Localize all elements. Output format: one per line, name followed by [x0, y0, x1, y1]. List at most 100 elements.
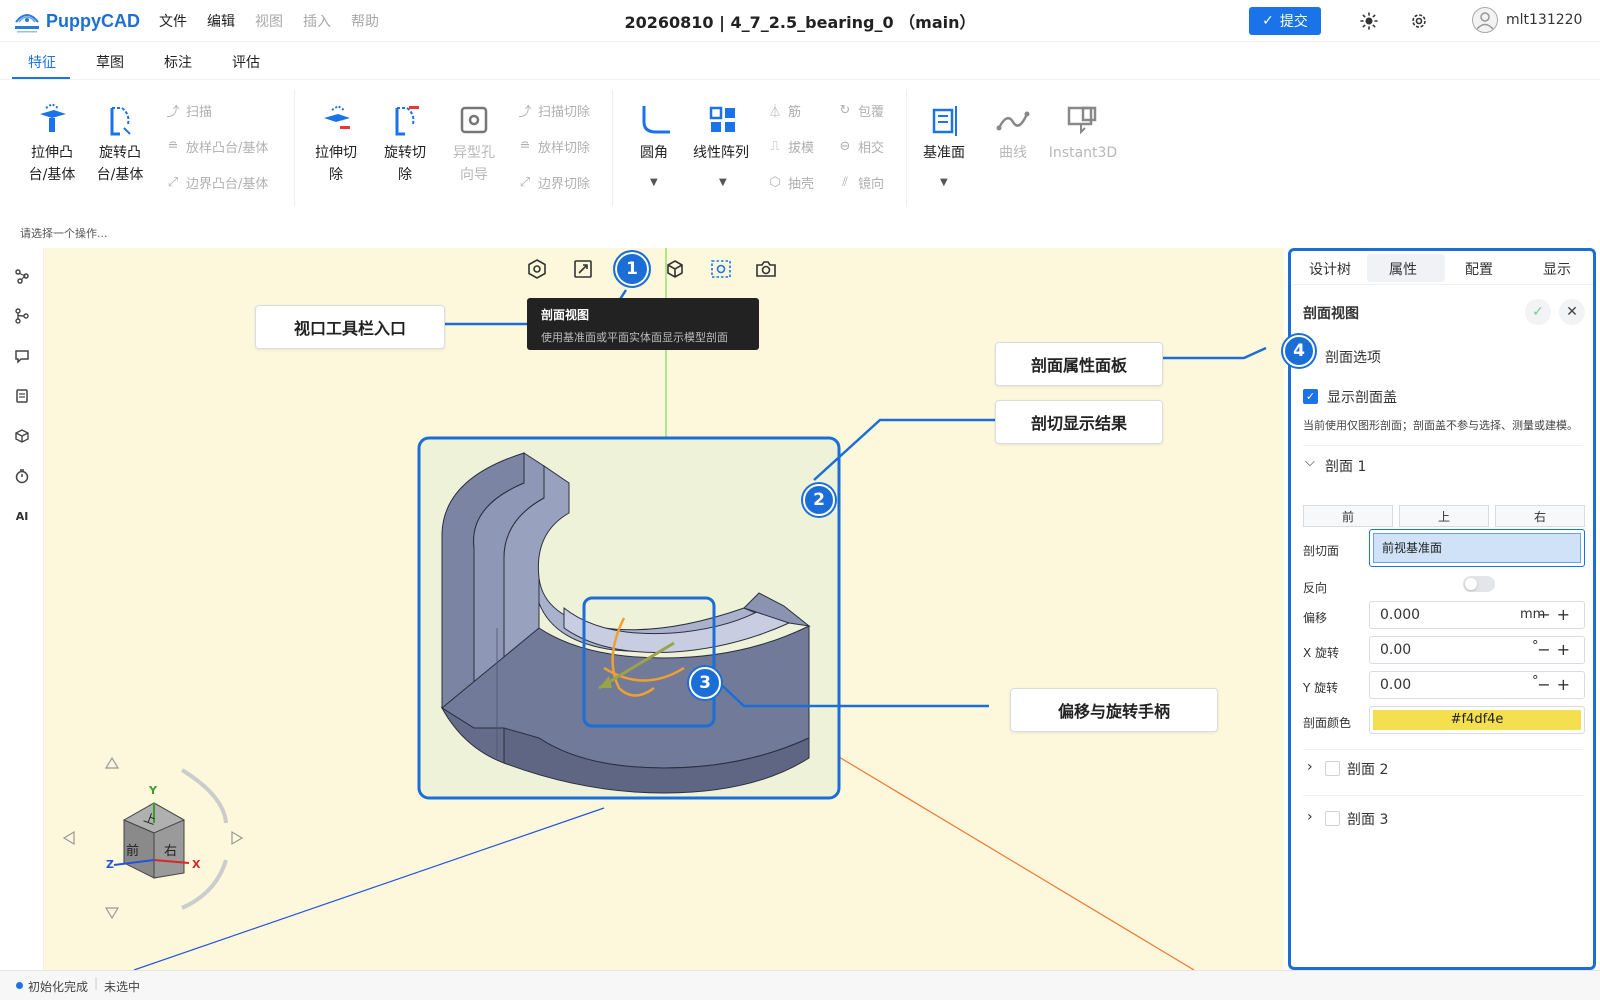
instant3d-button[interactable]: Instant3D: [1045, 100, 1121, 164]
close-button[interactable]: ✕: [1559, 299, 1585, 325]
rib-button[interactable]: ⏃ 筋: [768, 101, 801, 120]
revolve-cut-button[interactable]: 旋转切 除: [375, 100, 435, 186]
chevron-right-icon[interactable]: ›: [1307, 809, 1313, 825]
section-3-checkbox[interactable]: [1325, 811, 1340, 826]
offset-stepper[interactable]: −+: [1537, 605, 1576, 624]
panel-tab-display[interactable]: 显示: [1543, 259, 1571, 279]
sweep-button[interactable]: ⤴ 扫描: [166, 101, 212, 120]
boundary-boss-button[interactable]: ⤢ 边界凸台/基体: [166, 173, 269, 192]
cube-icon[interactable]: [12, 426, 32, 446]
menu-edit[interactable]: 编辑: [207, 11, 235, 31]
feature-tree-icon[interactable]: [12, 266, 32, 286]
linear-pattern-button[interactable]: 线性阵列: [693, 100, 753, 164]
confirm-button[interactable]: ✓: [1525, 299, 1551, 325]
plane-right-button[interactable]: 右: [1495, 505, 1585, 527]
properties-panel: 设计树 属性 配置 显示 剖面视图 ✓ ✕ 剖面选项 ✓ 显示剖面盖 当前使用仅…: [1288, 248, 1596, 970]
section-3-label[interactable]: 剖面 3: [1347, 809, 1388, 829]
fillet-dropdown-icon[interactable]: ▼: [650, 177, 658, 188]
tab-annotate[interactable]: 标注: [164, 52, 192, 72]
timer-icon[interactable]: [12, 466, 32, 486]
boundary-cut-button[interactable]: ⤢ 边界切除: [518, 173, 590, 192]
display-style-icon[interactable]: [526, 258, 548, 280]
chevron-right-icon[interactable]: ›: [1307, 759, 1313, 775]
linear-pattern-dropdown-icon[interactable]: ▼: [719, 177, 727, 188]
show-cap-checkbox[interactable]: ✓: [1303, 389, 1318, 404]
menu-insert[interactable]: 插入: [303, 11, 331, 31]
linear-pattern-label: 线性阵列: [693, 145, 749, 161]
divider: [1303, 445, 1583, 446]
section-1-label[interactable]: 剖面 1: [1325, 456, 1366, 476]
tab-features[interactable]: 特征: [28, 52, 56, 72]
camera-icon[interactable]: [755, 258, 777, 280]
gear-icon[interactable]: [1407, 9, 1431, 33]
x-rotation-stepper[interactable]: −+: [1537, 640, 1576, 659]
ref-plane-button[interactable]: 基准面: [914, 100, 974, 164]
document-list-icon[interactable]: [12, 386, 32, 406]
callout-1-number: 1: [626, 259, 638, 279]
puppy-logo-icon: [12, 6, 42, 36]
section-color-picker[interactable]: #f4df4e: [1369, 706, 1585, 734]
mirror-button[interactable]: ⫽ 镜向: [838, 173, 884, 192]
section-2-label[interactable]: 剖面 2: [1347, 759, 1388, 779]
panel-tab-properties[interactable]: 属性: [1389, 259, 1417, 279]
curve-icon: [993, 100, 1033, 140]
revolve-boss-button[interactable]: 旋转凸 台/基体: [90, 100, 150, 186]
screenshot-region-icon[interactable]: [710, 258, 732, 280]
draft-button[interactable]: ⎍ 拔模: [768, 137, 814, 156]
ref-plane-dropdown-icon[interactable]: ▼: [940, 177, 948, 188]
extrude-boss-button[interactable]: 拉伸凸 台/基体: [22, 100, 82, 186]
tab-sketch[interactable]: 草图: [96, 52, 124, 72]
3d-viewport[interactable]: 上 前 右 Y X Z 1 视口工具栏入口 剖切显示结果 偏移与旋转手柄 剖面属…: [44, 248, 1284, 970]
app-logo[interactable]: PuppyCAD: [12, 6, 140, 36]
wrap-button[interactable]: ↻ 包覆: [838, 101, 884, 120]
y-rotation-stepper[interactable]: −+: [1537, 675, 1576, 694]
callout-viewport-toolbar: 视口工具栏入口: [255, 305, 445, 349]
intersect-button[interactable]: ⊖ 相交: [838, 137, 884, 156]
main-menu: 文件 编辑 视图 插入 帮助: [159, 11, 399, 31]
hole-wizard-button[interactable]: 异型孔 向导: [444, 100, 504, 186]
extrude-cut-button[interactable]: 拉伸切 除: [306, 100, 366, 186]
divider: [1303, 795, 1583, 796]
view-cube-front-label[interactable]: 前: [126, 840, 139, 859]
user-menu[interactable]: mlt131220: [1472, 7, 1582, 33]
menu-help[interactable]: 帮助: [351, 11, 379, 31]
y-rotation-input[interactable]: 0.00 ° −+: [1369, 671, 1585, 699]
ai-icon[interactable]: AI: [12, 506, 32, 526]
plane-top-button[interactable]: 上: [1399, 505, 1489, 527]
view-cube-icon[interactable]: [664, 258, 686, 280]
submit-button[interactable]: ✓ 提交: [1249, 7, 1321, 35]
section-2-checkbox[interactable]: [1325, 761, 1340, 776]
comment-icon[interactable]: [12, 346, 32, 366]
chevron-down-icon[interactable]: ⌵: [1305, 455, 1315, 470]
revolve-boss-label-1: 旋转凸: [99, 145, 141, 161]
shell-button[interactable]: ⬡ 抽壳: [768, 173, 814, 192]
draft-icon: ⎍: [770, 139, 780, 154]
tab-evaluate[interactable]: 评估: [232, 52, 260, 72]
offset-input[interactable]: 0.000 mm −+: [1369, 601, 1585, 629]
panel-tab-config[interactable]: 配置: [1465, 259, 1493, 279]
loft-cut-button[interactable]: ≘ 放样切除: [518, 137, 590, 156]
x-rotation-value: 0.00: [1380, 642, 1412, 658]
section-view-icon[interactable]: 1: [613, 250, 651, 288]
menu-file[interactable]: 文件: [159, 11, 187, 31]
fit-view-icon[interactable]: [572, 258, 594, 280]
view-cube-right-label[interactable]: 右: [164, 840, 177, 859]
rib-icon: ⏃: [768, 105, 782, 120]
y-rotation-label: Y 旋转: [1303, 681, 1339, 695]
shell-icon: ⬡: [769, 175, 781, 190]
sweep-cut-button[interactable]: ⤴ 扫描切除: [518, 101, 590, 120]
menu-view[interactable]: 视图: [255, 11, 283, 31]
panel-tab-design-tree[interactable]: 设计树: [1309, 259, 1351, 279]
hole-wizard-label-1: 异型孔: [453, 145, 495, 161]
x-rotation-input[interactable]: 0.00 ° −+: [1369, 636, 1585, 664]
loft-boss-button[interactable]: ≘ 放样凸台/基体: [166, 137, 269, 156]
fillet-button[interactable]: 圆角: [624, 100, 684, 164]
cut-plane-field[interactable]: 前视基准面: [1369, 529, 1585, 567]
curve-button[interactable]: 曲线: [983, 100, 1043, 164]
sun-icon[interactable]: [1357, 9, 1381, 33]
reverse-toggle[interactable]: [1463, 576, 1495, 592]
fillet-label: 圆角: [640, 145, 668, 161]
branch-icon[interactable]: [12, 306, 32, 326]
plane-front-button[interactable]: 前: [1303, 505, 1393, 527]
app-name: PuppyCAD: [46, 10, 140, 31]
